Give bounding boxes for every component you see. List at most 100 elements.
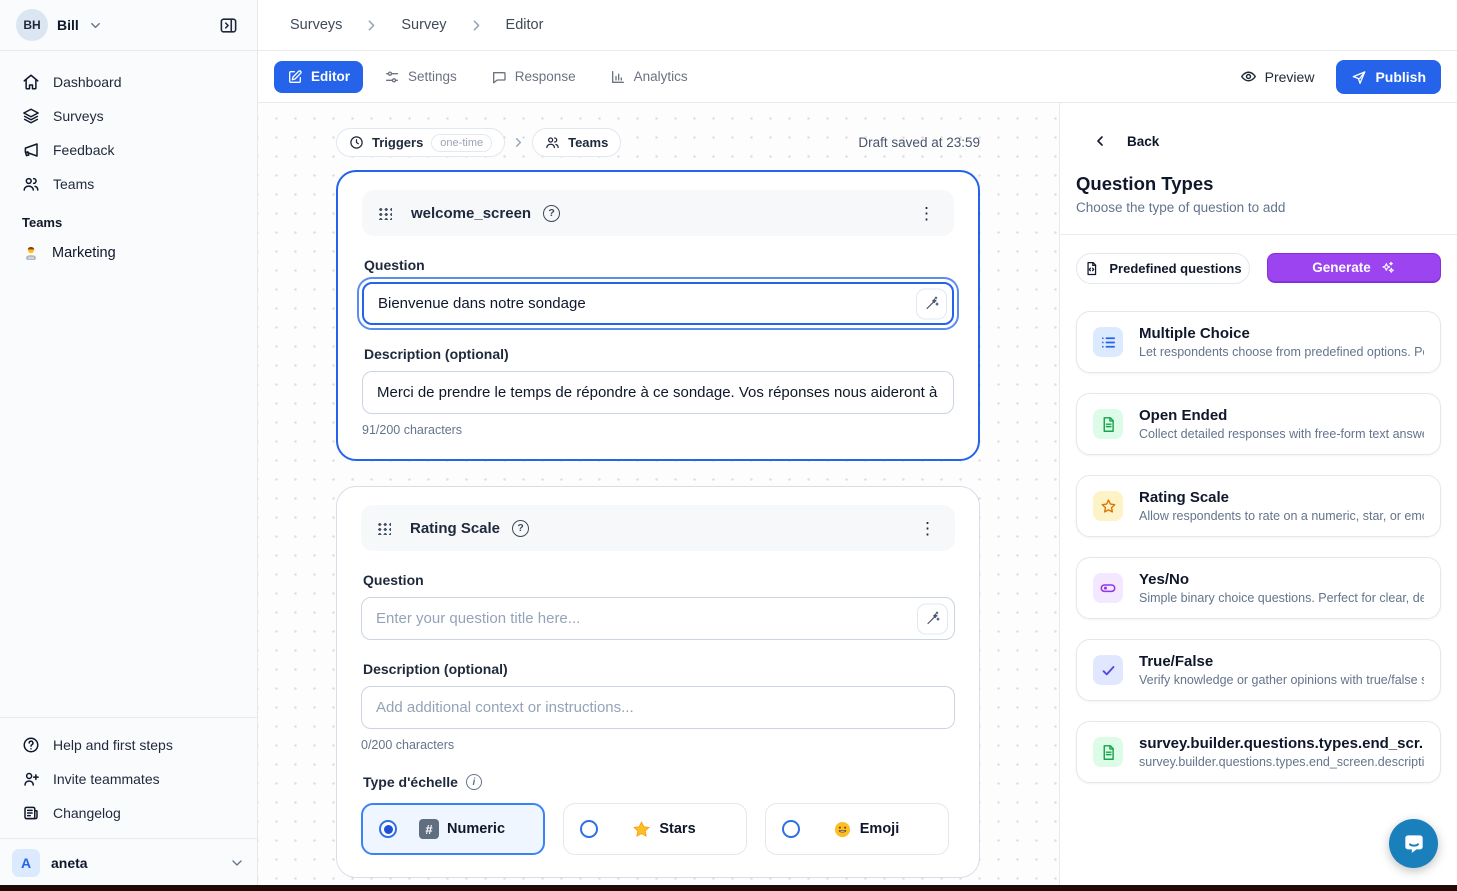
divider bbox=[1060, 234, 1457, 235]
sidebar-user-row: BH Bill bbox=[0, 0, 257, 51]
more-vertical-icon[interactable]: ⋮ bbox=[915, 516, 940, 541]
description-label: Description (optional) bbox=[363, 661, 955, 677]
sidebar-item-invite[interactable]: Invite teammates bbox=[10, 762, 247, 796]
sidebar-item-label: Teams bbox=[53, 176, 94, 192]
type-title: Rating Scale bbox=[1139, 489, 1424, 506]
type-description: Simple binary choice questions. Perfect … bbox=[1139, 591, 1424, 605]
tab-label: Analytics bbox=[634, 69, 688, 84]
sidebar-item-changelog[interactable]: Changelog bbox=[10, 796, 247, 830]
chevron-down-icon[interactable] bbox=[88, 18, 103, 33]
scale-option-emoji[interactable]: Emoji bbox=[765, 803, 949, 855]
user-plus-icon bbox=[22, 770, 40, 788]
toggle-icon bbox=[1093, 573, 1123, 603]
question-input[interactable] bbox=[361, 597, 955, 640]
scale-option-label: Stars bbox=[659, 821, 695, 837]
question-label: Question bbox=[364, 257, 954, 273]
survey-canvas: Triggers one-time Teams Draft saved at 2… bbox=[258, 103, 1059, 891]
user-name[interactable]: Bill bbox=[57, 17, 79, 33]
predefined-questions-button[interactable]: Predefined questions bbox=[1076, 253, 1250, 284]
type-card-true-false[interactable]: True/False Verify knowledge or gather op… bbox=[1076, 639, 1441, 701]
layers-icon bbox=[22, 107, 40, 125]
hash-keycap-icon: # bbox=[419, 819, 439, 839]
help-circle-icon[interactable]: ? bbox=[512, 520, 529, 537]
info-icon[interactable]: i bbox=[466, 774, 482, 790]
description-input[interactable] bbox=[361, 686, 955, 729]
sidebar-footer: Help and first steps Invite teammates Ch… bbox=[0, 717, 257, 830]
description-label: Description (optional) bbox=[364, 346, 954, 362]
preview-label: Preview bbox=[1265, 69, 1315, 85]
type-card-yes-no[interactable]: Yes/No Simple binary choice questions. P… bbox=[1076, 557, 1441, 619]
type-title: True/False bbox=[1139, 653, 1424, 670]
draft-status: Draft saved at 23:59 bbox=[858, 135, 980, 150]
type-description: Verify knowledge or gather opinions with… bbox=[1139, 673, 1424, 687]
breadcrumb-surveys[interactable]: Surveys bbox=[290, 17, 342, 33]
avatar: BH bbox=[16, 9, 48, 41]
sidebar-item-surveys[interactable]: Surveys bbox=[10, 99, 247, 133]
more-vertical-icon[interactable]: ⋮ bbox=[914, 201, 939, 226]
sidebar-item-help[interactable]: Help and first steps bbox=[10, 728, 247, 762]
tab-response[interactable]: Response bbox=[478, 61, 589, 93]
home-icon bbox=[22, 73, 40, 91]
type-card-rating-scale[interactable]: Rating Scale Allow respondents to rate o… bbox=[1076, 475, 1441, 537]
back-button[interactable]: Back bbox=[1076, 133, 1441, 149]
trigger-type-badge: one-time bbox=[431, 134, 492, 152]
breadcrumb-editor[interactable]: Editor bbox=[506, 17, 544, 33]
radio-icon bbox=[782, 820, 800, 838]
panel-collapse-icon[interactable] bbox=[213, 10, 243, 40]
drag-handle-icon[interactable] bbox=[376, 521, 391, 535]
megaphone-icon bbox=[22, 141, 40, 159]
triggers-pill[interactable]: Triggers one-time bbox=[336, 128, 505, 157]
tab-label: Response bbox=[515, 69, 576, 84]
type-title: Yes/No bbox=[1139, 571, 1424, 588]
generate-button[interactable]: Generate bbox=[1267, 253, 1441, 283]
teams-pill[interactable]: Teams bbox=[532, 128, 621, 157]
breadcrumb-survey[interactable]: Survey bbox=[401, 17, 446, 33]
chat-launcher-button[interactable] bbox=[1389, 819, 1438, 868]
breadcrumb: Surveys Survey Editor bbox=[258, 0, 1457, 51]
scale-option-numeric[interactable]: # Numeric bbox=[361, 803, 545, 855]
chevron-right-icon bbox=[363, 17, 380, 34]
radio-icon bbox=[580, 820, 598, 838]
edit-icon bbox=[287, 69, 303, 85]
scale-type-label: Type d'échelle bbox=[363, 774, 458, 790]
sidebar-nav: Dashboard Surveys Feedback Teams bbox=[0, 51, 257, 201]
generate-label: Generate bbox=[1312, 260, 1371, 275]
sidebar-item-dashboard[interactable]: Dashboard bbox=[10, 65, 247, 99]
sidebar-item-marketing[interactable]: Marketing bbox=[0, 236, 257, 270]
sliders-icon bbox=[384, 69, 400, 85]
star-emoji-icon bbox=[632, 820, 651, 839]
users-icon bbox=[545, 135, 560, 150]
question-card-rating: Rating Scale ? ⋮ Question Description (o… bbox=[336, 486, 980, 878]
type-card-open-ended[interactable]: Open Ended Collect detailed responses wi… bbox=[1076, 393, 1441, 455]
preview-button[interactable]: Preview bbox=[1240, 68, 1315, 85]
sidebar-item-teams[interactable]: Teams bbox=[10, 167, 247, 201]
check-icon bbox=[1093, 655, 1123, 685]
tab-editor[interactable]: Editor bbox=[274, 61, 363, 93]
send-icon bbox=[1351, 69, 1367, 85]
org-switcher[interactable]: A aneta bbox=[0, 838, 257, 891]
magic-wand-icon[interactable] bbox=[916, 288, 947, 319]
publish-button[interactable]: Publish bbox=[1336, 60, 1441, 94]
canvas-header: Triggers one-time Teams Draft saved at 2… bbox=[336, 128, 980, 157]
sidebar-item-label: Surveys bbox=[53, 108, 104, 124]
tab-analytics[interactable]: Analytics bbox=[597, 61, 701, 93]
char-counter: 0/200 characters bbox=[361, 738, 955, 752]
drag-handle-icon[interactable] bbox=[377, 206, 392, 220]
scale-option-stars[interactable]: Stars bbox=[563, 803, 747, 855]
survey-editor-app: BH Bill Dashboard Surveys Feedback bbox=[0, 0, 1457, 891]
org-avatar: A bbox=[12, 849, 40, 877]
type-description: Collect detailed responses with free-for… bbox=[1139, 427, 1424, 441]
radio-selected-icon bbox=[379, 820, 397, 838]
tab-settings[interactable]: Settings bbox=[371, 61, 470, 93]
type-title: Open Ended bbox=[1139, 407, 1424, 424]
type-card-multiple-choice[interactable]: Multiple Choice Let respondents choose f… bbox=[1076, 311, 1441, 373]
magic-wand-icon[interactable] bbox=[917, 603, 948, 634]
question-input[interactable] bbox=[362, 282, 954, 325]
help-circle-icon[interactable]: ? bbox=[543, 205, 560, 222]
sidebar-item-feedback[interactable]: Feedback bbox=[10, 133, 247, 167]
description-input[interactable] bbox=[362, 371, 954, 414]
type-card-end-screen[interactable]: survey.builder.questions.types.end_scr..… bbox=[1076, 721, 1441, 783]
changelog-icon bbox=[22, 804, 40, 822]
question-label: Question bbox=[363, 572, 955, 588]
list-icon bbox=[1093, 327, 1123, 357]
